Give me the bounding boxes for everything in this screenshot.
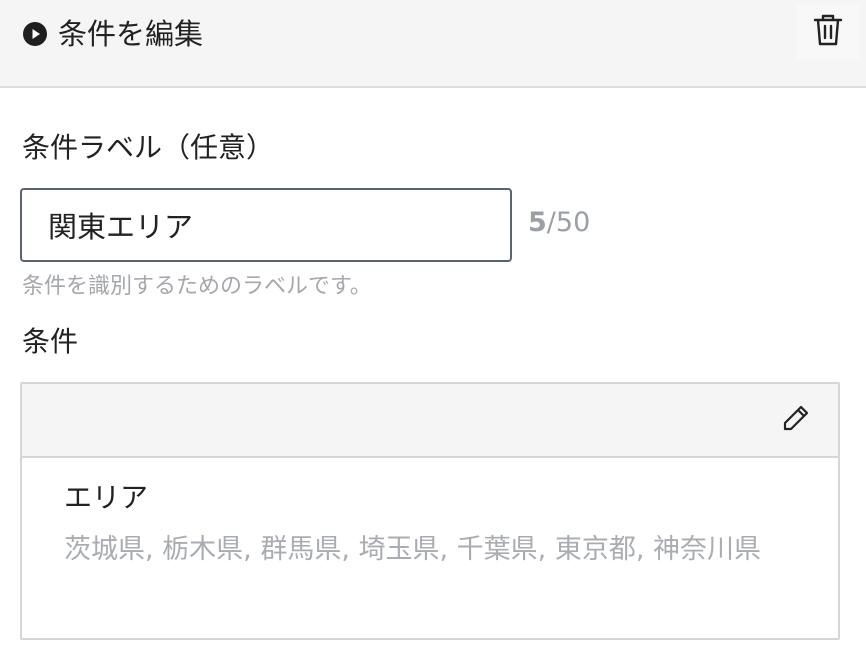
counter-max: /50 (546, 207, 591, 238)
edit-condition-button[interactable] (774, 398, 818, 442)
condition-values: 茨城県, 栃木県, 群馬県, 埼玉県, 千葉県, 東京都, 神奈川県 (64, 534, 761, 565)
condition-label-help: 条件を識別するためのラベルです。 (22, 274, 372, 299)
condition-label-input[interactable] (20, 188, 512, 262)
page-title: 条件を編集 (58, 17, 204, 51)
trash-icon (813, 13, 843, 51)
pencil-icon (781, 403, 811, 437)
condition-name: エリア (64, 481, 149, 514)
delete-button[interactable] (796, 4, 860, 60)
header-title-group[interactable]: 条件を編集 (22, 16, 203, 52)
character-counter: 5/50 (528, 204, 590, 242)
editor-header: 条件を編集 (0, 0, 866, 88)
condition-card: エリア 茨城県, 栃木県, 群馬県, 埼玉県, 千葉県, 東京都, 神奈川県 (20, 382, 840, 640)
counter-current: 5 (528, 207, 547, 238)
play-circle-icon (22, 21, 48, 47)
condition-card-toolbar (22, 384, 838, 458)
conditions-heading: 条件 (22, 325, 79, 358)
condition-label-heading: 条件ラベル（任意） (22, 131, 275, 164)
